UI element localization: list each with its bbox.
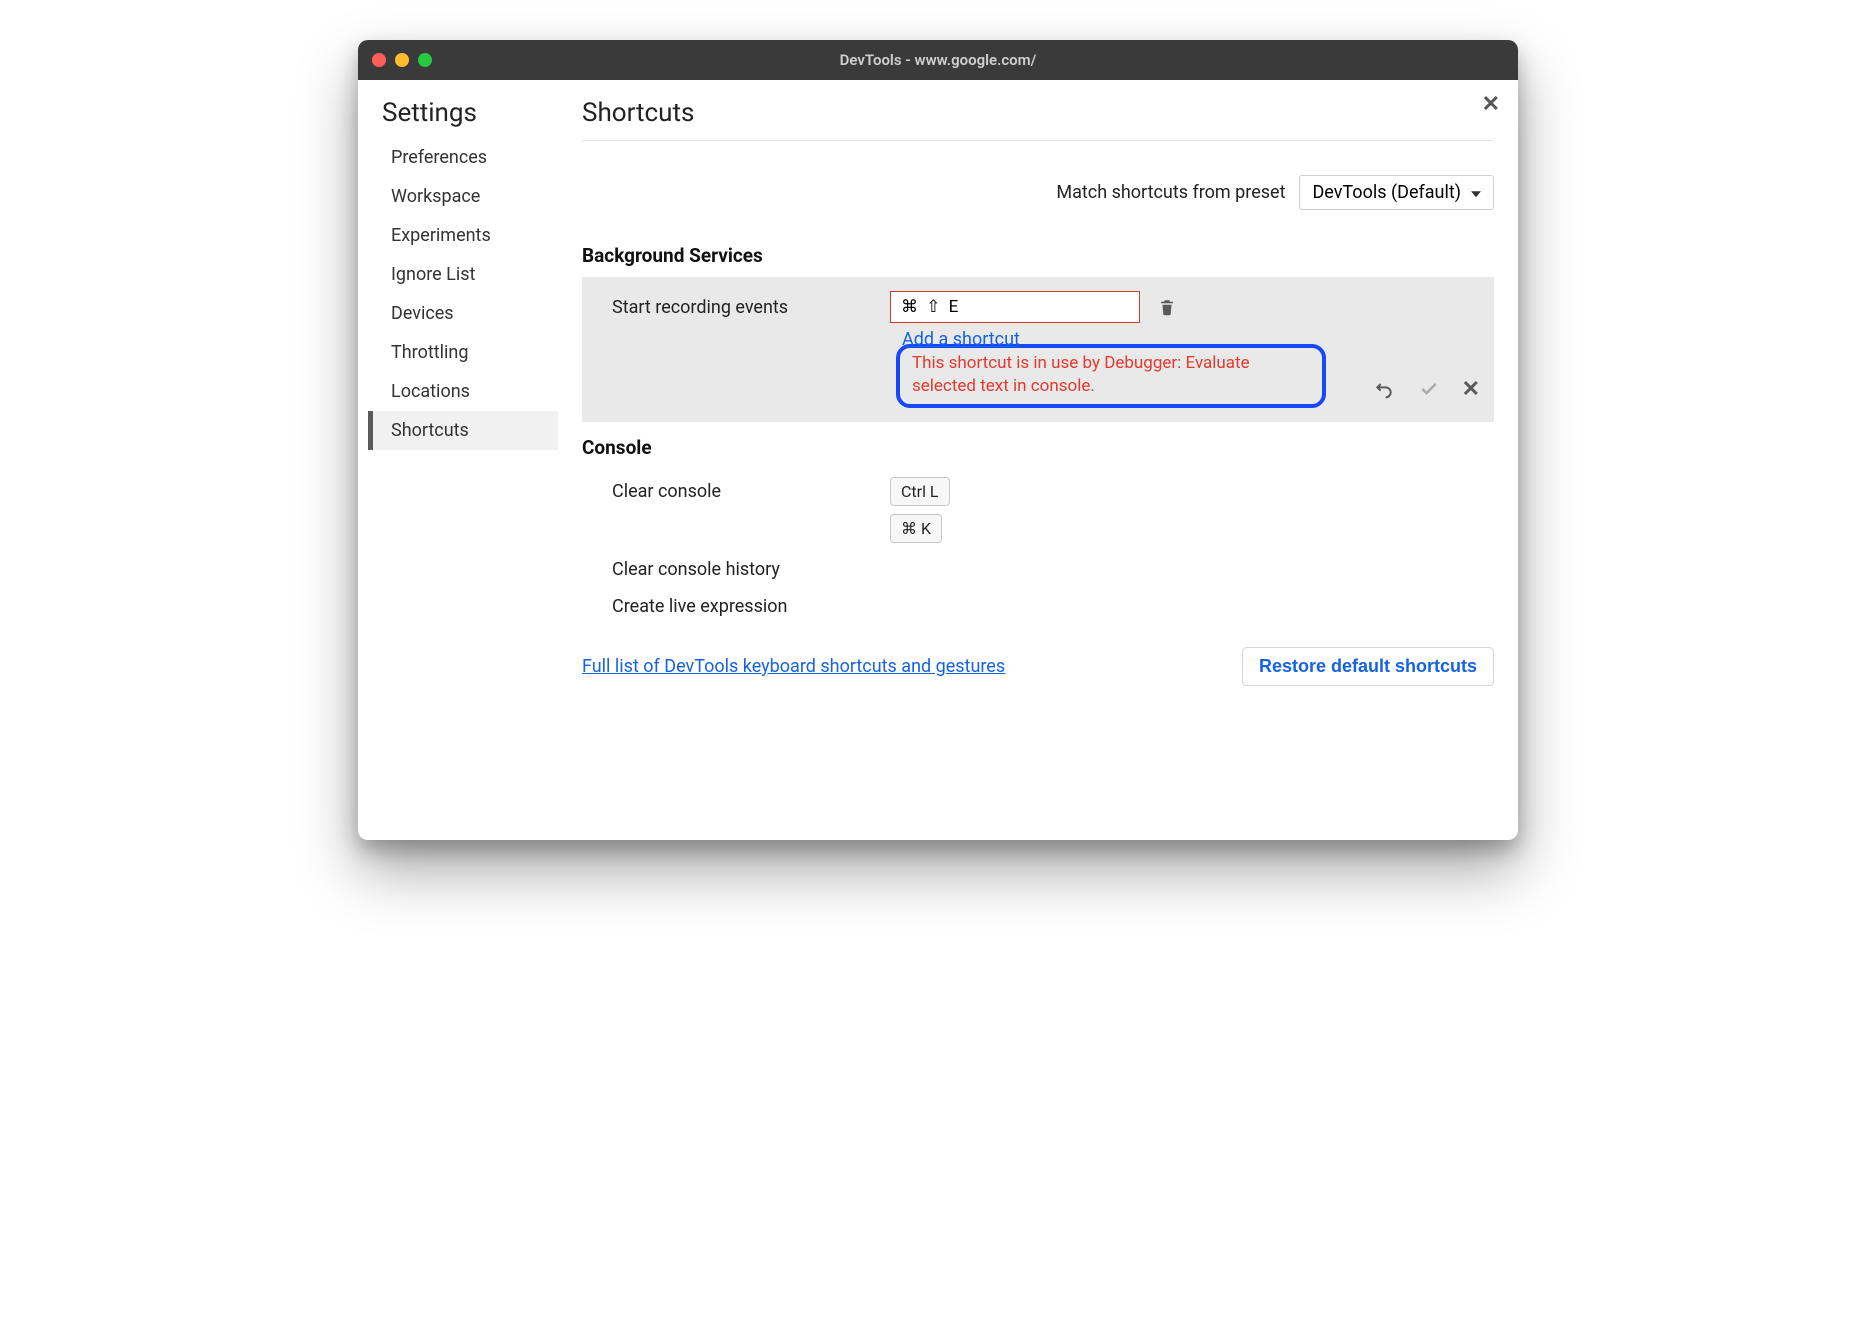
confirm-button[interactable]	[1418, 379, 1440, 399]
settings-sidebar: Settings Preferences Workspace Experimen…	[358, 80, 558, 840]
sidebar-item-label: Shortcuts	[391, 420, 469, 441]
key-badge: Ctrl L	[890, 477, 950, 506]
shortcut-row-clear-console-alt: ⌘ K	[582, 514, 1494, 551]
sidebar-item-locations[interactable]: Locations	[368, 372, 558, 411]
sidebar-item-label: Preferences	[391, 147, 487, 168]
shortcut-action-label: Clear console history	[612, 559, 872, 580]
section-title-background-services: Background Services	[582, 244, 1494, 267]
shortcut-action-label: Clear console	[612, 481, 872, 502]
undo-button[interactable]	[1372, 379, 1396, 399]
error-highlight: This shortcut is in use by Debugger: Eva…	[896, 344, 1326, 408]
shortcut-input[interactable]	[890, 291, 1140, 323]
window-title: DevTools - www.google.com/	[358, 51, 1518, 69]
delete-shortcut-button[interactable]	[1158, 297, 1176, 317]
shortcut-row-clear-console[interactable]: Clear console Ctrl L	[582, 469, 1494, 514]
sidebar-item-shortcuts[interactable]: Shortcuts	[368, 411, 558, 450]
sidebar-item-label: Workspace	[391, 186, 480, 207]
maximize-window-button[interactable]	[418, 53, 432, 67]
sidebar-item-preferences[interactable]: Preferences	[368, 138, 558, 177]
checkmark-icon	[1418, 379, 1440, 399]
devtools-window: DevTools - www.google.com/ ✕ Settings Pr…	[358, 40, 1518, 840]
sidebar-item-throttling[interactable]: Throttling	[368, 333, 558, 372]
undo-icon	[1372, 379, 1396, 399]
edit-actions: ✕	[1372, 377, 1480, 402]
window-titlebar: DevTools - www.google.com/	[358, 40, 1518, 80]
sidebar-item-label: Ignore List	[391, 264, 475, 285]
sidebar-title: Settings	[368, 98, 558, 138]
sidebar-item-label: Throttling	[391, 342, 468, 363]
restore-defaults-button[interactable]: Restore default shortcuts	[1242, 647, 1494, 686]
full-shortcuts-list-link[interactable]: Full list of DevTools keyboard shortcuts…	[582, 656, 1005, 677]
sidebar-item-ignore-list[interactable]: Ignore List	[368, 255, 558, 294]
sidebar-item-devices[interactable]: Devices	[368, 294, 558, 333]
preset-select[interactable]: DevTools (Default)	[1299, 175, 1494, 210]
settings-content: ✕ Settings Preferences Workspace Experim…	[358, 80, 1518, 840]
close-window-button[interactable]	[372, 53, 386, 67]
sidebar-item-label: Devices	[391, 303, 454, 324]
preset-select-value: DevTools (Default)	[1312, 182, 1461, 203]
shortcut-edit-row: Start recording events	[612, 291, 1478, 323]
shortcut-action-label: Create live expression	[612, 596, 872, 617]
shortcut-editing-block: Start recording events Add a shortcut Th…	[582, 277, 1494, 422]
sidebar-item-label: Experiments	[391, 225, 491, 246]
key-badge: ⌘ K	[890, 514, 942, 543]
page-title: Shortcuts	[582, 98, 1494, 141]
traffic-lights	[358, 53, 432, 67]
shortcut-row-create-live-expression[interactable]: Create live expression	[582, 588, 1494, 625]
section-title-console: Console	[582, 436, 1494, 459]
sidebar-item-experiments[interactable]: Experiments	[368, 216, 558, 255]
minimize-window-button[interactable]	[395, 53, 409, 67]
trash-icon	[1158, 297, 1176, 317]
console-section: Console Clear console Ctrl L ⌘ K Clear c…	[582, 436, 1494, 625]
cancel-edit-button[interactable]: ✕	[1462, 377, 1480, 402]
preset-label: Match shortcuts from preset	[1056, 182, 1285, 203]
shortcuts-footer: Full list of DevTools keyboard shortcuts…	[582, 647, 1494, 690]
preset-row: Match shortcuts from preset DevTools (De…	[582, 175, 1494, 210]
shortcut-row-clear-console-history[interactable]: Clear console history	[582, 551, 1494, 588]
shortcuts-panel: Shortcuts Match shortcuts from preset De…	[558, 80, 1518, 840]
sidebar-item-label: Locations	[391, 381, 470, 402]
shortcut-error-message: This shortcut is in use by Debugger: Eva…	[912, 352, 1310, 398]
add-shortcut-link[interactable]: Add a shortcut	[902, 329, 1020, 350]
sidebar-item-workspace[interactable]: Workspace	[368, 177, 558, 216]
shortcut-action-label: Start recording events	[612, 297, 872, 318]
